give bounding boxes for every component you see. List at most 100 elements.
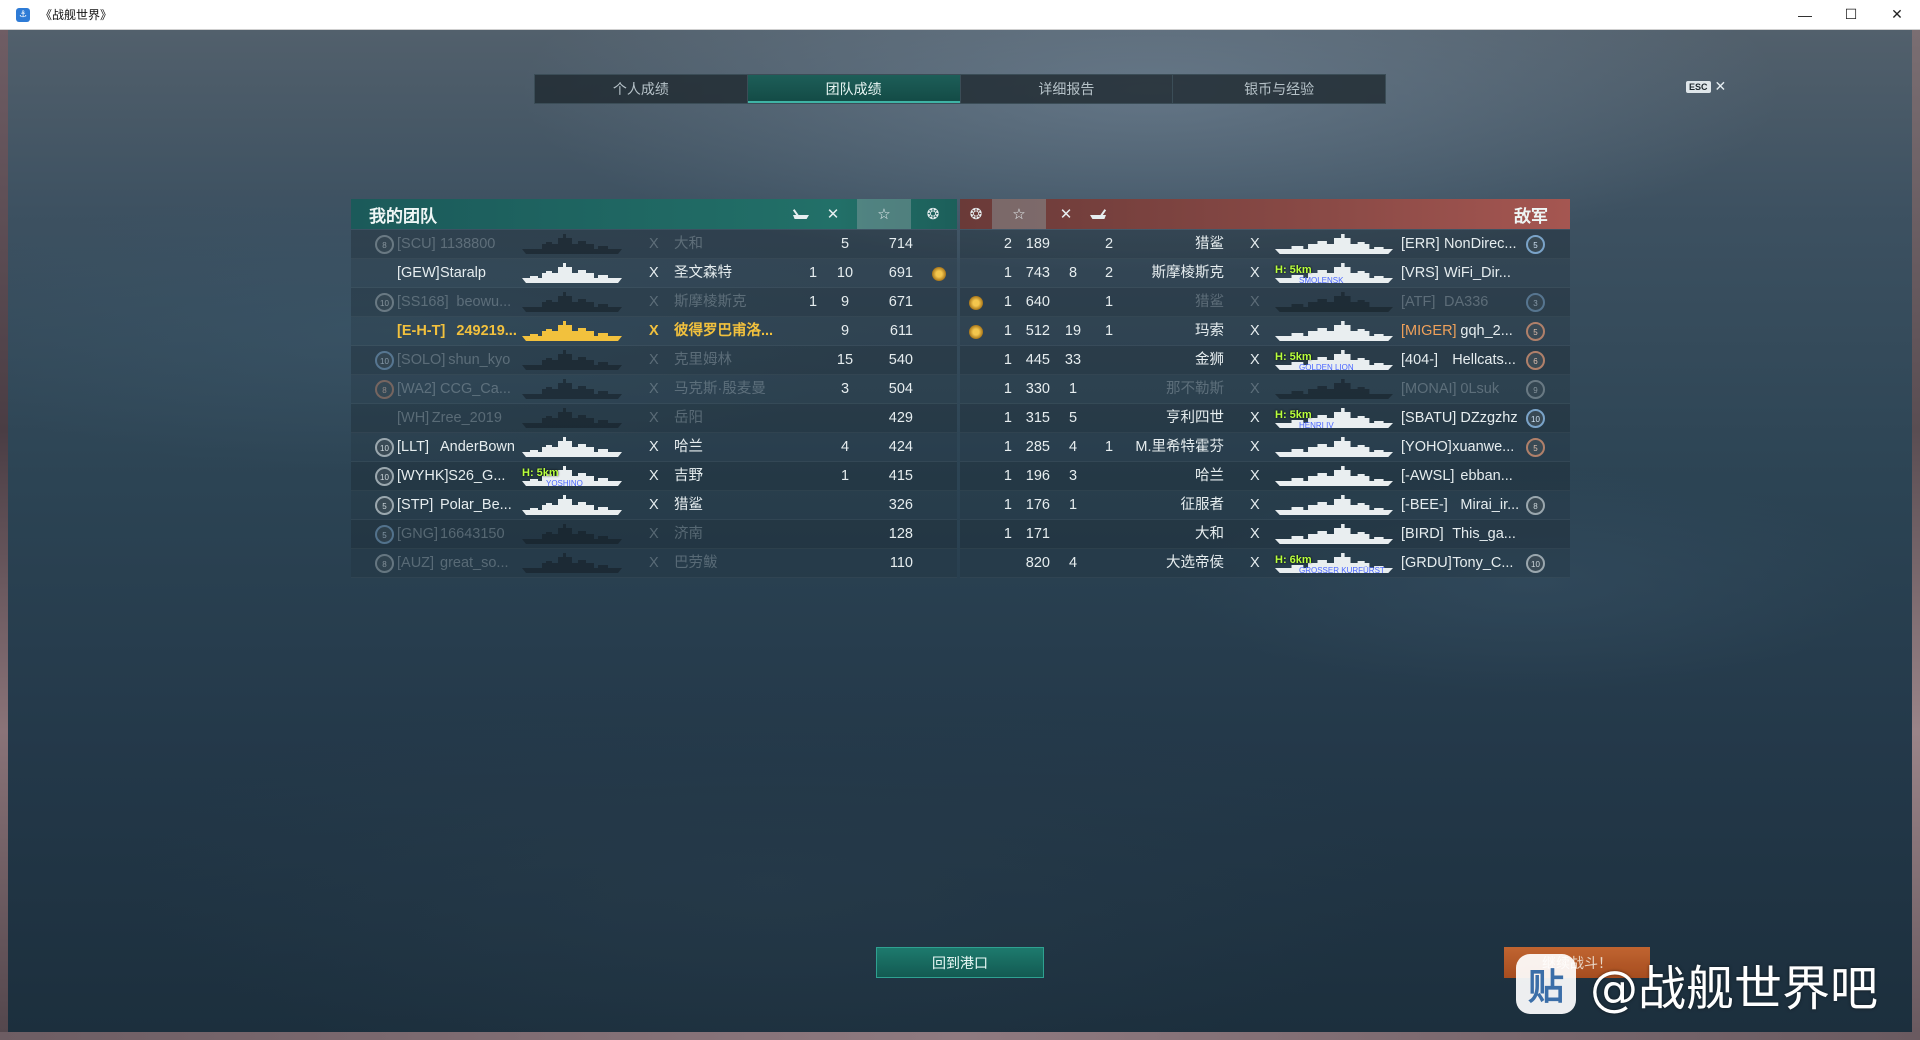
enemy-team-header: ❂ ☆ ✕ 敌军 xyxy=(960,199,1570,229)
medal-icon xyxy=(969,296,983,310)
clan-tag: [SCU] xyxy=(397,236,436,252)
player-name: 16643150 xyxy=(440,526,505,542)
planes-destroyed xyxy=(801,317,825,346)
ship-name: 圣文森特 xyxy=(674,265,732,281)
spot-range-label: H: 5km xyxy=(1275,264,1312,276)
player-row[interactable]: 1 743 8 2 斯摩棱斯克 X H: 5km SMOLENSK [VRS] WiFi_Dir.… xyxy=(960,259,1570,288)
player-row[interactable]: 1 445 33 金狮 X H: 5km GOLDEN LION [404-] Hellcats… xyxy=(960,346,1570,375)
player-row[interactable]: 8 [SCU] 1138800 X 大和 5 714 xyxy=(351,230,957,259)
player-row[interactable]: 1 285 4 1 M.里希特霍芬 X [YOHO] xuanwe... 5 xyxy=(960,433,1570,462)
planes-destroyed: 4 xyxy=(1068,555,1078,571)
tier-badge-icon: 8 xyxy=(1526,496,1545,515)
tier-badge-icon: 6 xyxy=(1526,351,1545,370)
spotted-ship-label: YOSHINO xyxy=(546,479,583,488)
close-icon[interactable]: ✕ xyxy=(1715,78,1727,95)
player-row[interactable]: 5 [STP] Polar_Be... X 猎鲨 326 xyxy=(351,491,957,520)
rank-number: 1 xyxy=(1003,352,1012,368)
ship-name: 征服者 xyxy=(1180,497,1225,513)
ship-silhouette-icon: H: 5km YOSHINO xyxy=(522,465,622,489)
tier-badge-icon: 10 xyxy=(375,438,394,457)
player-row[interactable]: 10 [SOLO] shun_kyo X 克里姆林 15 540 xyxy=(351,346,957,375)
player-name: Zree_2019 xyxy=(431,410,502,426)
destroyed-marker: X xyxy=(1250,294,1260,310)
planes-destroyed xyxy=(801,462,825,491)
base-xp: 820 xyxy=(1025,555,1050,571)
player-row[interactable]: 1 196 3 哈兰 X [-AWSL] ebban... xyxy=(960,462,1570,491)
player-row[interactable]: 1 640 1 猎鲨 X [ATF] DA336 3 xyxy=(960,288,1570,317)
ship-silhouette-icon xyxy=(522,320,622,344)
back-to-port-button[interactable]: 回到港口 xyxy=(876,947,1044,978)
star-icon: ☆ xyxy=(857,199,911,229)
player-row[interactable]: 8 [WA2] CCG_Ca... X 马克斯·殷麦曼 3 504 xyxy=(351,375,957,404)
ship-name: 那不勒斯 xyxy=(1166,381,1224,397)
player-row[interactable]: 2 189 2 猎鲨 X [ERR] NonDirec... 5 xyxy=(960,230,1570,259)
player-row[interactable]: 10 [SS168] beowu... X 斯摩棱斯克 1 9 671 xyxy=(351,288,957,317)
player-row[interactable]: 5 [GNG] 16643150 X 济南 128 xyxy=(351,520,957,549)
rank-number: 1 xyxy=(1003,294,1012,310)
ship-silhouette-icon: H: 6km GROSSER KURFÜRST xyxy=(1275,552,1393,576)
player-row[interactable]: 820 4 大选帝侯 X H: 6km GROSSER KURFÜRST [GRDU] Ton… xyxy=(960,549,1570,578)
ship-name: 斯摩棱斯克 xyxy=(674,294,747,310)
player-row[interactable]: 1 315 5 亨利四世 X H: 5km HENRI IV [SBATU] DZzgzhz 10 xyxy=(960,404,1570,433)
clan-tag: [SOLO] xyxy=(397,352,446,368)
tab-credits-and-xp[interactable]: 银币与经验 xyxy=(1173,75,1385,103)
rank-number: 1 xyxy=(1003,381,1012,397)
planes-destroyed: 5 xyxy=(1068,410,1078,426)
my-team-header: 我的团队 ✕ ☆ ❂ xyxy=(351,199,957,229)
minimize-button[interactable]: — xyxy=(1782,0,1828,30)
spotted-ship-label: GOLDEN LION xyxy=(1299,363,1354,372)
base-xp: 315 xyxy=(1025,410,1050,426)
ships-destroyed xyxy=(831,520,859,549)
tier-badge-icon: 10 xyxy=(375,467,394,486)
player-name: gqh_2... xyxy=(1460,323,1513,339)
tab-personal-results[interactable]: 个人成绩 xyxy=(535,75,748,103)
player-row[interactable]: 10 [WYHK] S26_G... H: 5km YOSHINO X 吉野 1 415 xyxy=(351,462,957,491)
planes-destroyed xyxy=(1060,230,1086,259)
planes-destroyed xyxy=(801,491,825,520)
destroyed-marker: X xyxy=(649,381,659,397)
destroyed-marker: X xyxy=(649,236,659,252)
clan-tag: [GRDU] xyxy=(1401,555,1452,571)
player-row[interactable]: 10 [LLT] AnderBown X 哈兰 4 424 xyxy=(351,433,957,462)
ships-destroyed xyxy=(831,549,859,578)
player-name: Tony_C... xyxy=(1452,555,1514,571)
close-window-button[interactable]: ✕ xyxy=(1874,0,1920,30)
destroyed-marker: X xyxy=(649,352,659,368)
player-row[interactable]: 1 512 19 1 玛索 X [MIGER] gqh_2... 5 xyxy=(960,317,1570,346)
clan-tag: [WA2] xyxy=(397,381,436,397)
spotted-ship-label: SMOLENSK xyxy=(1299,276,1344,285)
star-icon: ☆ xyxy=(992,199,1046,229)
tab-detailed-report[interactable]: 详细报告 xyxy=(961,75,1174,103)
ship-name: 猎鲨 xyxy=(1195,236,1224,252)
tab-team-results[interactable]: 团队成绩 xyxy=(747,75,961,103)
ships-destroyed xyxy=(1096,404,1122,433)
maximize-button[interactable]: ☐ xyxy=(1828,0,1874,30)
player-row[interactable]: [GEW] Staralp X 圣文森特 1 10 691 xyxy=(351,259,957,288)
planes-destroyed xyxy=(801,375,825,404)
planes-destroyed: 1 xyxy=(808,265,818,281)
ship-silhouette-icon xyxy=(522,349,622,373)
destroyed-marker: X xyxy=(1250,410,1260,426)
rank-number: 1 xyxy=(1003,410,1012,426)
ship-silhouette-icon: H: 5km SMOLENSK xyxy=(1275,262,1393,286)
my-team-title: 我的团队 xyxy=(369,206,437,226)
player-name: AnderBown xyxy=(440,439,515,455)
background-edge-right xyxy=(1912,30,1920,1032)
player-row[interactable]: 1 171 大和 X [BIRD] This_ga... xyxy=(960,520,1570,549)
planes-destroyed: 1 xyxy=(1068,497,1078,513)
clan-tag: [E-H-T] xyxy=(397,323,446,339)
player-row[interactable]: 1 176 1 征服者 X [-BEE-] Mirai_ir... 8 xyxy=(960,491,1570,520)
player-row[interactable]: [E-H-T] 249219... X 彼得罗巴甫洛... 9 611 xyxy=(351,317,957,346)
esc-close-control[interactable]: ESC ✕ xyxy=(1686,78,1726,95)
tier-badge-icon: 10 xyxy=(1526,554,1545,573)
player-row[interactable]: 8 [AUZ] great_so... X 巴劳鲅 110 xyxy=(351,549,957,578)
player-row[interactable]: 1 330 1 那不勒斯 X [MONAI] 0Lsuk 9 xyxy=(960,375,1570,404)
ship-silhouette-icon xyxy=(522,494,622,518)
clan-tag: [ERR] xyxy=(1401,236,1440,252)
ships-destroyed xyxy=(1096,520,1122,549)
rank-number: 1 xyxy=(1003,323,1012,339)
ship-silhouette-icon xyxy=(522,436,622,460)
ship-silhouette-icon xyxy=(522,378,622,402)
player-row[interactable]: [WH] Zree_2019 X 岳阳 429 xyxy=(351,404,957,433)
ship-name: 玛索 xyxy=(1195,323,1224,339)
